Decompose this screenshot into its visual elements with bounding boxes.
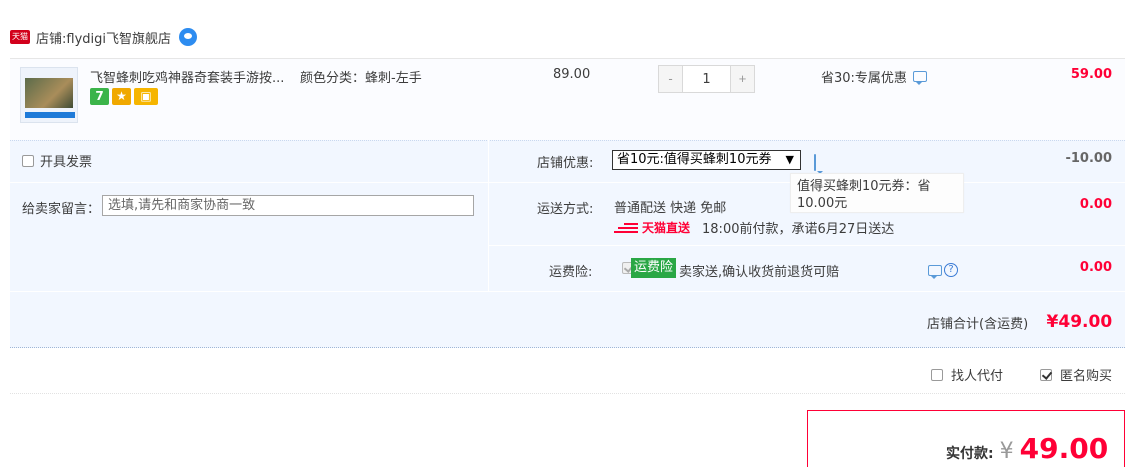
shop-discount-selected: 省10元:值得买蜂刺10元券 <box>617 152 772 167</box>
divider <box>10 393 1125 394</box>
agent-pay-checkbox[interactable] <box>931 368 943 381</box>
discount-info-icon[interactable] <box>912 71 927 85</box>
shop-header: 天猫 店铺: flydigi飞智旗舰店 <box>10 26 198 48</box>
panel-divider <box>488 140 489 291</box>
warranty-shield-icon[interactable]: ★ <box>112 88 131 105</box>
shipping-insurance-label: 运费险: <box>549 265 593 280</box>
product-thumbnail[interactable] <box>20 67 78 123</box>
unit-price: 89.00 <box>553 67 591 82</box>
shop-label: 店铺: <box>36 31 67 47</box>
shop-total: 店铺合计(含运费) ¥49.00 <box>927 312 1112 332</box>
anonymous-buy-label: 匿名购买 <box>1060 369 1113 384</box>
shop-total-label: 店铺合计(含运费) <box>927 316 1029 332</box>
quantity-stepper: - + <box>658 65 755 93</box>
seven-day-return-icon[interactable]: 7 <box>90 88 109 105</box>
anonymous-buy-checkbox[interactable] <box>1040 368 1052 381</box>
shipping-label: 运送方式: <box>537 202 594 217</box>
seller-note-label: 给卖家留言： <box>22 202 101 217</box>
agent-pay-label: 找人代付 <box>951 369 1004 384</box>
panel-divider <box>10 291 1125 292</box>
qty-increment-button[interactable]: + <box>731 66 754 92</box>
credit-card-icon[interactable]: ▣ <box>134 88 158 105</box>
shop-discount-info-icon[interactable] <box>814 154 816 171</box>
help-question-icon[interactable]: ? <box>944 263 958 277</box>
tmall-direct-icon <box>614 222 638 233</box>
invoice-checkbox[interactable] <box>22 154 34 167</box>
tmall-direct-delivery: 天猫直送 18:00前付款，承诺6月27日送达 <box>614 218 894 237</box>
item-subtotal: 59.00 <box>1070 67 1112 82</box>
delivery-promise: 18:00前付款，承诺6月27日送达 <box>702 222 895 237</box>
seller-note-input[interactable] <box>102 195 474 216</box>
shipping-insurance-tag: 运费险 <box>631 258 677 278</box>
qty-input[interactable] <box>682 66 731 92</box>
item-discount: 省30:专属优惠 <box>821 67 927 86</box>
payment-total: 实付款: ¥ 49.00 <box>946 432 1108 465</box>
chevron-down-icon: ▼ <box>785 153 794 166</box>
product-sku: 颜色分类：蜂刺-左手 <box>300 71 422 86</box>
tmall-direct-text: 天猫直送 <box>642 221 691 235</box>
invoice-label: 开具发票 <box>40 155 93 170</box>
wangwang-chat-icon[interactable] <box>179 28 198 46</box>
shipping-method: 普通配送 快递 免邮 <box>614 201 727 216</box>
tmall-icon: 天猫 <box>10 30 30 44</box>
currency-symbol: ¥ <box>999 439 1014 464</box>
panel-divider <box>488 245 1125 246</box>
shop-discount-value: -10.00 <box>1065 151 1112 166</box>
payment-label: 实付款: <box>946 446 994 462</box>
insurance-chat-icon[interactable] <box>928 264 942 279</box>
service-badges: 7 ★ ▣ <box>90 88 158 105</box>
insurance-help: ? <box>928 263 958 279</box>
tmall-direct-logo: 天猫直送 <box>614 219 690 236</box>
product-title-link[interactable]: 飞智蜂刺吃鸡神器奇套装手游按... <box>90 67 284 86</box>
item-discount-text: 省30:专属优惠 <box>821 71 907 86</box>
shop-name-link[interactable]: flydigi飞智旗舰店 <box>66 28 171 47</box>
invoice-option[interactable]: 开具发票 <box>22 151 92 170</box>
coupon-tooltip: 值得买蜂刺10元券：省10.00元 <box>790 173 964 213</box>
shop-total-value: ¥49.00 <box>1046 312 1113 332</box>
shipping-insurance-value: 0.00 <box>1079 260 1112 275</box>
shop-discount-select[interactable]: 省10元:值得买蜂刺10元券 ▼ <box>612 150 801 170</box>
agent-pay-option[interactable]: 找人代付 <box>931 365 1003 384</box>
payment-amount: 49.00 <box>1019 432 1109 465</box>
anonymous-buy-option[interactable]: 匿名购买 <box>1040 365 1112 384</box>
shipping-value: 0.00 <box>1079 197 1112 212</box>
shop-discount-label: 店铺优惠: <box>537 156 594 171</box>
shipping-insurance-desc: 卖家送,确认收货前退货可赔 <box>679 265 840 280</box>
qty-decrement-button[interactable]: - <box>659 66 682 92</box>
